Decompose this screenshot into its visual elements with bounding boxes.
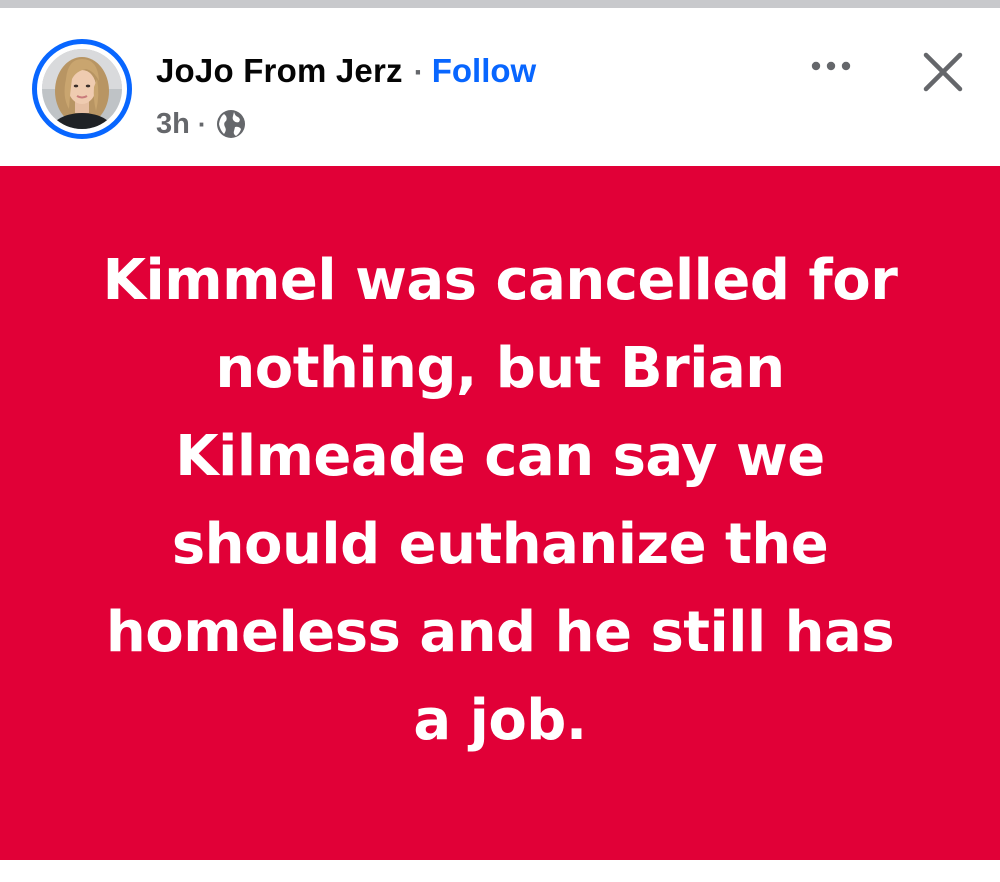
feed-post: JoJo From Jerz · Follow 3h · Kimmel was … [0,8,1000,882]
more-options-button[interactable] [803,44,859,88]
follow-button[interactable]: Follow [432,52,536,90]
post-body-text: Kimmel was cancelled for nothing, but Br… [102,248,898,753]
author-line: JoJo From Jerz · Follow [156,52,536,102]
more-horizontal-icon [811,61,851,71]
avatar-photo [42,49,122,129]
post-header: JoJo From Jerz · Follow 3h · [0,8,1000,166]
separator-dot: · [413,56,424,89]
author-name[interactable]: JoJo From Jerz [156,52,403,90]
meta-separator-dot: · [197,108,207,139]
window-top-strip [0,0,1000,8]
post-meta: 3h · [156,106,247,142]
post-timestamp[interactable]: 3h [156,108,190,141]
close-button[interactable] [912,41,974,103]
avatar-story-ring[interactable] [32,39,132,139]
post-text-card: Kimmel was cancelled for nothing, but Br… [0,166,1000,860]
avatar [42,49,122,129]
globe-icon[interactable] [215,108,247,140]
close-icon [923,52,963,92]
